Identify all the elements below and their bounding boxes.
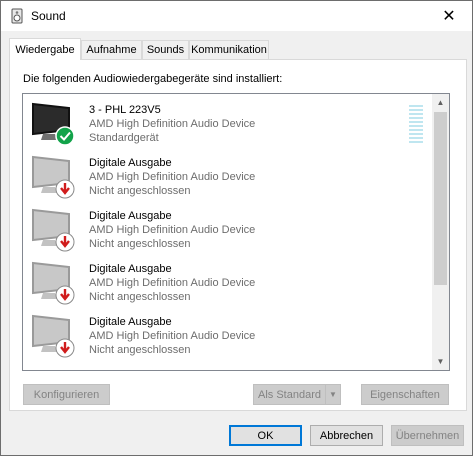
scroll-thumb[interactable]	[434, 112, 447, 285]
tab-label: Aufnahme	[86, 44, 137, 56]
device-driver: AMD High Definition Audio Device	[89, 277, 256, 289]
monitor-disabled-icon	[29, 259, 77, 305]
volume-level-meter	[409, 105, 423, 145]
monitor-disabled-icon	[29, 206, 77, 252]
meter-segment	[409, 141, 423, 143]
scroll-up-button[interactable]: ▲	[432, 94, 449, 111]
vertical-scrollbar[interactable]: ▲ ▼	[432, 94, 449, 370]
title-bar[interactable]: Sound ✕	[1, 1, 472, 31]
meter-segment	[409, 121, 423, 123]
disconnected-arrow-icon	[55, 338, 75, 358]
meter-segment	[409, 129, 423, 131]
scroll-down-button[interactable]: ▼	[432, 353, 449, 370]
ok-label: OK	[257, 429, 274, 442]
device-name: Digitale Ausgabe	[89, 316, 172, 328]
chevron-down-icon: ▼	[436, 357, 445, 366]
close-button[interactable]: ✕	[426, 1, 472, 31]
device-status: Nicht angeschlossen	[89, 238, 191, 250]
device-item[interactable]: Digitale Ausgabe AMD High Definition Audi…	[23, 308, 433, 361]
properties-button[interactable]: Eigenschaften	[361, 384, 449, 405]
disconnected-arrow-icon	[55, 179, 75, 199]
set-default-button[interactable]: Als Standard ▼	[253, 384, 341, 405]
apply-button[interactable]: Übernehmen	[391, 425, 464, 446]
device-name: Digitale Ausgabe	[89, 157, 172, 169]
cancel-label: Abbrechen	[319, 429, 374, 442]
meter-segment	[409, 125, 423, 127]
device-item[interactable]: Digitale Ausgabe AMD High Definition Audi…	[23, 255, 433, 308]
tab-label: Wiedergabe	[15, 43, 75, 56]
set-default-label: Als Standard	[258, 388, 321, 401]
tab-aufnahme[interactable]: Aufnahme	[81, 40, 142, 59]
meter-segment	[409, 137, 423, 139]
window-title: Sound	[31, 9, 66, 23]
device-driver: AMD High Definition Audio Device	[89, 330, 256, 342]
tab-kommunikation[interactable]: Kommunikation	[189, 40, 269, 59]
default-check-icon	[55, 126, 75, 146]
device-status: Nicht angeschlossen	[89, 344, 191, 356]
monitor-icon	[29, 100, 77, 146]
meter-segment	[409, 113, 423, 115]
chevron-up-icon: ▲	[436, 98, 445, 107]
cancel-button[interactable]: Abbrechen	[310, 425, 383, 446]
device-driver: AMD High Definition Audio Device	[89, 118, 256, 130]
device-status: Nicht angeschlossen	[89, 291, 191, 303]
ok-button[interactable]: OK	[229, 425, 302, 446]
dropdown-arrow-icon[interactable]: ▼	[325, 385, 340, 404]
meter-segment	[409, 105, 423, 107]
monitor-disabled-icon	[29, 153, 77, 199]
configure-button[interactable]: Konfigurieren	[23, 384, 110, 405]
tab-sounds[interactable]: Sounds	[142, 40, 189, 59]
device-list[interactable]: 3 - PHL 223V5 AMD High Definition Audio D…	[22, 93, 450, 371]
close-icon: ✕	[442, 8, 456, 25]
device-item[interactable]: 3 - PHL 223V5 AMD High Definition Audio D…	[23, 96, 433, 149]
disconnected-arrow-icon	[55, 232, 75, 252]
disconnected-arrow-icon	[55, 285, 75, 305]
device-status: Nicht angeschlossen	[89, 185, 191, 197]
tab-panel: Die folgenden Audiowiedergabegeräte sind…	[9, 59, 467, 411]
device-item[interactable]: Digitale Ausgabe AMD High Definition Audi…	[23, 202, 433, 255]
tab-label: Kommunikation	[191, 44, 267, 56]
monitor-disabled-icon	[29, 312, 77, 358]
apply-label: Übernehmen	[395, 429, 460, 442]
device-name: Digitale Ausgabe	[89, 263, 172, 275]
device-name: 3 - PHL 223V5	[89, 104, 161, 116]
device-driver: AMD High Definition Audio Device	[89, 171, 256, 183]
meter-segment	[409, 117, 423, 119]
panel-heading: Die folgenden Audiowiedergabegeräte sind…	[23, 73, 283, 85]
configure-label: Konfigurieren	[33, 388, 100, 401]
device-name: Digitale Ausgabe	[89, 210, 172, 222]
properties-label: Eigenschaften	[370, 388, 440, 401]
device-driver: AMD High Definition Audio Device	[89, 224, 256, 236]
sound-dialog: Sound ✕ Wiedergabe Aufnahme Sounds Kommu…	[0, 0, 473, 456]
device-status: Standardgerät	[89, 132, 159, 144]
tab-label: Sounds	[146, 44, 185, 56]
speaker-icon	[9, 8, 25, 24]
tab-wiedergabe[interactable]: Wiedergabe	[9, 38, 81, 60]
device-item[interactable]: Digitale Ausgabe AMD High Definition Audi…	[23, 149, 433, 202]
meter-segment	[409, 133, 423, 135]
meter-segment	[409, 109, 423, 111]
